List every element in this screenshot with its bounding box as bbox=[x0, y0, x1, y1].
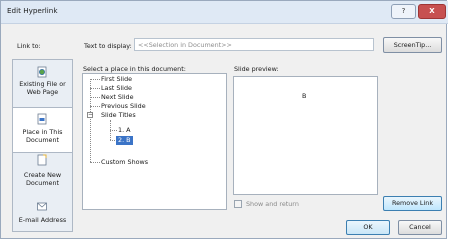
help-icon: ? bbox=[401, 7, 406, 15]
remove-link-label: Remove Link bbox=[391, 199, 434, 207]
tree-connector bbox=[90, 79, 100, 80]
tree-node-slide-titles[interactable]: Slide Titles bbox=[101, 111, 136, 120]
tree-connector bbox=[90, 79, 91, 162]
link-to-sidebar: Existing File or Web Page Place in This … bbox=[12, 59, 73, 232]
sidebar-item-label: Web Page bbox=[26, 88, 59, 96]
show-and-return-checkbox[interactable] bbox=[234, 200, 242, 208]
tree-connector bbox=[110, 130, 117, 131]
screentip-button[interactable]: ScreenTip... bbox=[383, 37, 442, 53]
ok-button[interactable]: OK bbox=[346, 220, 390, 235]
show-and-return-label: Show and return bbox=[246, 200, 299, 208]
text-to-display-input[interactable]: <<Selection in Document>> bbox=[134, 38, 374, 51]
sidebar-item-label: Existing File or bbox=[19, 80, 66, 88]
help-button[interactable]: ? bbox=[391, 4, 416, 19]
screentip-label: ScreenTip... bbox=[393, 41, 432, 49]
sidebar-item-place-in-document[interactable]: Place in This Document bbox=[13, 107, 72, 153]
sidebar-item-create-new[interactable]: Create New Document bbox=[13, 152, 72, 192]
slide-preview: B bbox=[233, 76, 378, 195]
tree-node-slide-a[interactable]: 1. A bbox=[118, 126, 131, 135]
tree-node-custom-shows[interactable]: Custom Shows bbox=[101, 158, 148, 167]
ok-label: OK bbox=[363, 223, 373, 231]
tree-node-previous-slide[interactable]: Previous Slide bbox=[101, 102, 146, 111]
close-icon: X bbox=[429, 7, 435, 15]
slide-preview-label: Slide preview: bbox=[234, 65, 279, 73]
place-in-document-icon bbox=[37, 113, 47, 125]
tree-node-next-slide[interactable]: Next Slide bbox=[101, 93, 134, 102]
remove-link-button[interactable]: Remove Link bbox=[383, 196, 442, 211]
sidebar-item-label: Place in This bbox=[22, 128, 63, 136]
title-bar: Edit Hyperlink ? X bbox=[1, 1, 448, 24]
close-button[interactable]: X bbox=[418, 4, 446, 19]
sidebar-item-email[interactable]: E-mail Address bbox=[13, 198, 72, 230]
file-web-icon bbox=[37, 66, 47, 78]
slide-preview-content: B bbox=[302, 92, 307, 100]
text-to-display-value: <<Selection in Document>> bbox=[138, 41, 232, 49]
place-label: Select a place in this document: bbox=[83, 65, 186, 73]
tree-node-first-slide[interactable]: First Slide bbox=[101, 75, 132, 84]
text-to-display-label: Text to display: bbox=[84, 42, 132, 50]
dialog-title: Edit Hyperlink bbox=[7, 6, 58, 15]
cancel-button[interactable]: Cancel bbox=[398, 220, 442, 235]
sidebar-item-existing-file[interactable]: Existing File or Web Page bbox=[13, 62, 72, 102]
edit-hyperlink-dialog: Edit Hyperlink ? X Link to: Text to disp… bbox=[0, 0, 448, 239]
sidebar-item-label: Create New bbox=[23, 171, 62, 179]
new-document-icon bbox=[37, 154, 47, 166]
sidebar-item-label: Document bbox=[25, 179, 60, 187]
link-to-label: Link to: bbox=[17, 42, 41, 50]
sidebar-item-label: E-mail Address bbox=[18, 216, 67, 224]
email-icon bbox=[37, 202, 47, 211]
cancel-label: Cancel bbox=[409, 223, 431, 231]
tree-connector bbox=[90, 106, 100, 107]
tree-node-slide-b[interactable]: 2. B bbox=[116, 136, 133, 145]
tree-connector bbox=[90, 162, 100, 163]
tree-connector bbox=[90, 88, 100, 89]
tree-node-last-slide[interactable]: Last Slide bbox=[101, 84, 132, 93]
collapse-toggle[interactable]: − bbox=[87, 111, 94, 118]
document-tree[interactable]: First Slide Last Slide Next Slide Previo… bbox=[82, 73, 227, 210]
sidebar-item-label: Document bbox=[25, 136, 60, 144]
tree-connector bbox=[90, 97, 100, 98]
collapse-icon: − bbox=[88, 111, 94, 118]
